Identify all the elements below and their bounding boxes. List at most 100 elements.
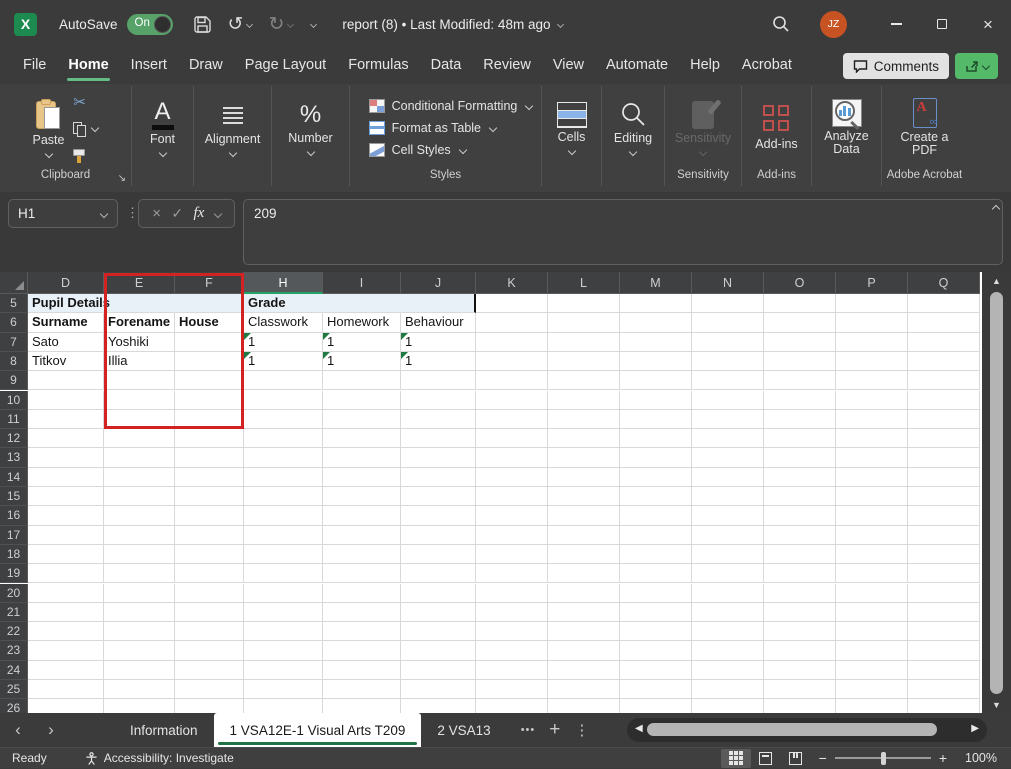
cell-L8[interactable] <box>548 352 620 371</box>
cell-P10[interactable] <box>836 391 908 410</box>
cell-M20[interactable] <box>620 584 692 603</box>
row-header-10[interactable]: 10 <box>0 391 28 410</box>
cell-N22[interactable] <box>692 622 764 641</box>
cell-N20[interactable] <box>692 584 764 603</box>
select-all-button[interactable] <box>0 272 28 294</box>
cell-I17[interactable] <box>323 526 401 545</box>
cell-M23[interactable] <box>620 641 692 660</box>
cell-F15[interactable] <box>175 487 244 506</box>
cell-P19[interactable] <box>836 564 908 583</box>
cell-H24[interactable] <box>244 661 323 680</box>
title-dropdown-icon[interactable] <box>557 20 564 27</box>
cell-Q9[interactable] <box>908 371 980 390</box>
cell-styles-button[interactable]: Cell Styles <box>369 143 466 157</box>
column-header-J[interactable]: J <box>401 272 476 294</box>
cell-L21[interactable] <box>548 603 620 622</box>
cell-M22[interactable] <box>620 622 692 641</box>
autosave-toggle[interactable]: On <box>127 14 173 35</box>
tab-help[interactable]: Help <box>679 48 731 84</box>
undo-button[interactable]: ↺ <box>228 13 244 36</box>
cell-K19[interactable] <box>476 564 548 583</box>
cell-Q14[interactable] <box>908 468 980 487</box>
cell-F26[interactable] <box>175 699 244 713</box>
cell-F17[interactable] <box>175 526 244 545</box>
row-header-13[interactable]: 13 <box>0 448 28 467</box>
number-button[interactable]: % Number <box>288 101 332 155</box>
cell-M10[interactable] <box>620 391 692 410</box>
sheet-tab-information[interactable]: Information <box>114 713 214 747</box>
cell-H8[interactable]: 1 <box>244 352 323 371</box>
cell-H9[interactable] <box>244 371 323 390</box>
column-header-O[interactable]: O <box>764 272 836 294</box>
cell-M18[interactable] <box>620 545 692 564</box>
cancel-icon[interactable]: × <box>152 205 161 222</box>
cell-P11[interactable] <box>836 410 908 429</box>
tab-draw[interactable]: Draw <box>178 48 234 84</box>
cell-H19[interactable] <box>244 564 323 583</box>
cells-button[interactable]: Cells <box>557 102 587 154</box>
cell-N10[interactable] <box>692 391 764 410</box>
column-header-Q[interactable]: Q <box>908 272 980 294</box>
cell-Q6[interactable] <box>908 313 980 332</box>
row-header-9[interactable]: 9 <box>0 371 28 390</box>
cell-Q23[interactable] <box>908 641 980 660</box>
all-sheets-menu-icon[interactable]: ⋮ <box>574 721 589 739</box>
cell-F9[interactable] <box>175 371 244 390</box>
cell-E25[interactable] <box>104 680 175 699</box>
cell-O23[interactable] <box>764 641 836 660</box>
cell-P7[interactable] <box>836 333 908 352</box>
row-header-22[interactable]: 22 <box>0 622 28 641</box>
cell-F21[interactable] <box>175 603 244 622</box>
cell-P5[interactable] <box>836 294 908 313</box>
cell-I10[interactable] <box>323 391 401 410</box>
cell-E26[interactable] <box>104 699 175 713</box>
column-header-L[interactable]: L <box>548 272 620 294</box>
cell-Q17[interactable] <box>908 526 980 545</box>
cell-E9[interactable] <box>104 371 175 390</box>
cell-F5[interactable] <box>175 294 244 313</box>
cell-M25[interactable] <box>620 680 692 699</box>
cell-I11[interactable] <box>323 410 401 429</box>
vertical-scroll-thumb[interactable] <box>990 292 1003 694</box>
cell-F6[interactable]: House <box>175 313 244 332</box>
cell-Q8[interactable] <box>908 352 980 371</box>
cell-Q16[interactable] <box>908 506 980 525</box>
cell-O20[interactable] <box>764 584 836 603</box>
cell-I21[interactable] <box>323 603 401 622</box>
cell-N25[interactable] <box>692 680 764 699</box>
row-header-24[interactable]: 24 <box>0 661 28 680</box>
addins-button[interactable]: Add-ins <box>755 105 797 151</box>
search-icon[interactable] <box>772 15 790 33</box>
close-button[interactable]: × <box>965 0 1011 48</box>
cell-K20[interactable] <box>476 584 548 603</box>
cell-M5[interactable] <box>620 294 692 313</box>
zoom-slider[interactable] <box>835 757 931 759</box>
cell-I26[interactable] <box>323 699 401 713</box>
row-header-25[interactable]: 25 <box>0 680 28 699</box>
share-button[interactable] <box>955 53 998 79</box>
cell-H16[interactable] <box>244 506 323 525</box>
cell-H21[interactable] <box>244 603 323 622</box>
cell-D19[interactable] <box>28 564 104 583</box>
cell-P16[interactable] <box>836 506 908 525</box>
cell-D20[interactable] <box>28 584 104 603</box>
cell-J26[interactable] <box>401 699 476 713</box>
column-header-D[interactable]: D <box>28 272 104 294</box>
cell-J13[interactable] <box>401 448 476 467</box>
tab-file[interactable]: File <box>12 48 57 84</box>
cell-P12[interactable] <box>836 429 908 448</box>
cell-H11[interactable] <box>244 410 323 429</box>
normal-view-button[interactable] <box>721 749 751 768</box>
cell-H7[interactable]: 1 <box>244 333 323 352</box>
cell-P22[interactable] <box>836 622 908 641</box>
cell-E13[interactable] <box>104 448 175 467</box>
name-box-dropdown-icon[interactable] <box>100 209 108 217</box>
alignment-button[interactable]: Alignment <box>205 99 261 156</box>
cell-L5[interactable] <box>548 294 620 313</box>
cell-M15[interactable] <box>620 487 692 506</box>
cell-D13[interactable] <box>28 448 104 467</box>
cell-E12[interactable] <box>104 429 175 448</box>
cell-H17[interactable] <box>244 526 323 545</box>
cell-H26[interactable] <box>244 699 323 713</box>
zoom-in-button[interactable]: + <box>939 750 947 766</box>
